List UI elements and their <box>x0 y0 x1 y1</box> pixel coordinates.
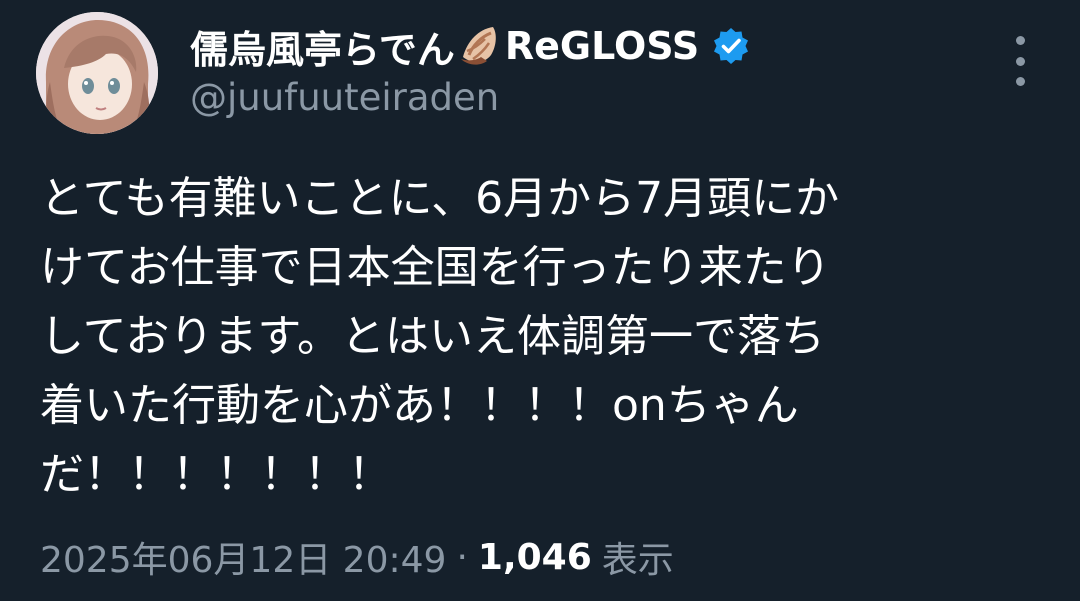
meta-separator: · <box>456 536 468 578</box>
tweet-text-line: 着いた行動を心があ！！！！onちゃん <box>40 380 799 431</box>
tweet-timestamp[interactable]: 2025年06月12日 20:49 <box>40 531 446 583</box>
tweet-text-line: とても有難いことに、6月から7月頭にか <box>40 173 840 224</box>
avatar-image <box>36 12 158 134</box>
verified-badge-icon[interactable] <box>711 26 751 66</box>
author-group-name[interactable]: ReGLOSS <box>505 24 699 68</box>
more-vertical-icon <box>1015 36 1025 45</box>
author-handle[interactable]: @juufuuteiraden <box>190 76 499 119</box>
view-count-label: 表示 <box>601 540 674 581</box>
author-display-name[interactable]: 儒烏風亭らでん <box>190 19 455 74</box>
more-vertical-icon <box>1015 77 1025 86</box>
spiral-shell-icon <box>457 23 503 69</box>
author-name-row[interactable]: 儒烏風亭らでん ReGLOSS <box>190 20 751 72</box>
tweet-text-line: しております。とはいえ体調第一で落ち <box>40 311 825 362</box>
view-count[interactable]: 1,046 <box>478 537 592 578</box>
tweet-text: とても有難いことに、6月から7月頭にか けてお仕事で日本全国を行ったり来たり し… <box>40 164 1050 509</box>
more-vertical-icon <box>1015 56 1025 66</box>
profile-avatar[interactable] <box>36 12 158 134</box>
tweet-text-line: けてお仕事で日本全国を行ったり来たり <box>40 242 831 293</box>
more-options-button[interactable] <box>1000 36 1040 86</box>
tweet-text-line: だ！！！！！！！ <box>40 449 392 500</box>
tweet-meta: 2025年06月12日 20:49 · 1,046 表示 <box>40 529 674 585</box>
